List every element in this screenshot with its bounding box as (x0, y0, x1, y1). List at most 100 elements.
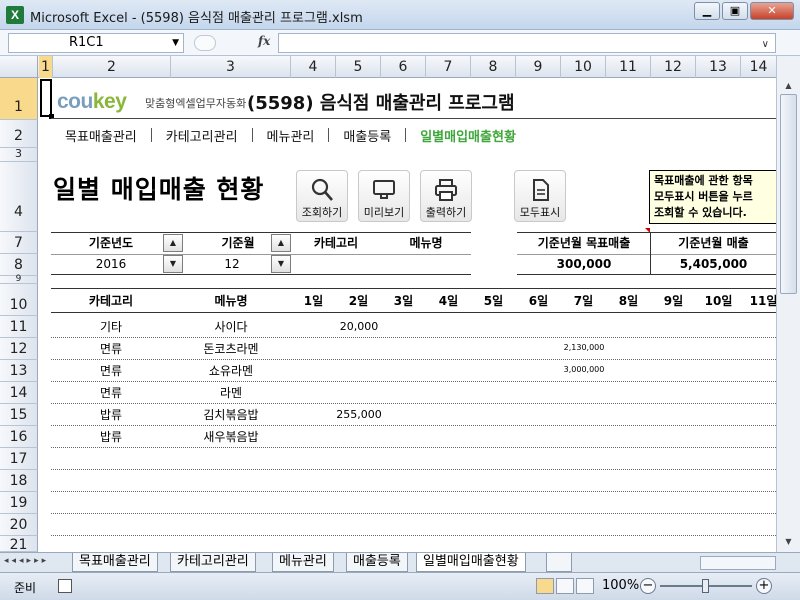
cell-amount[interactable]: 3,000,000 (554, 359, 614, 381)
column-header[interactable]: 6 (381, 56, 426, 78)
search-button[interactable]: 조회하기 (296, 170, 348, 222)
cell-category[interactable]: 밥류 (51, 426, 171, 448)
row-header[interactable]: 2 (0, 120, 38, 148)
month-value[interactable]: 12 (183, 254, 281, 274)
chevron-down-icon[interactable]: ∨ (762, 39, 769, 50)
cell-category[interactable]: 면류 (51, 338, 171, 360)
maximize-button[interactable]: ▣ (722, 2, 748, 20)
cell-menu[interactable]: 새우볶음밥 (171, 426, 291, 448)
print-button[interactable]: 출력하기 (420, 170, 472, 222)
row-header[interactable]: 3 (0, 148, 38, 162)
nav-daily-report[interactable]: 일별매입매출현황 (406, 126, 530, 145)
cell-category[interactable]: 면류 (51, 382, 171, 404)
zoom-in-button[interactable]: + (756, 578, 772, 594)
category-input[interactable] (291, 254, 381, 274)
vertical-scrollbar[interactable]: ▲ ▼ (776, 56, 800, 552)
column-header[interactable]: 11 (606, 56, 651, 78)
tab-sales-entry[interactable]: 매출등록 (346, 553, 408, 572)
row-header[interactable]: 13 (0, 360, 38, 382)
zoom-slider-thumb[interactable] (702, 579, 709, 593)
column-header[interactable]: 3 (171, 56, 291, 78)
cell-category[interactable]: 면류 (51, 360, 171, 382)
cell-category[interactable]: 기타 (51, 316, 171, 338)
cell-amount[interactable]: 20,000 (329, 316, 389, 338)
nav-menu[interactable]: 메뉴관리 (253, 126, 329, 145)
formula-expand-handle[interactable] (194, 35, 216, 51)
row-header[interactable]: 11 (0, 316, 38, 338)
close-button[interactable]: ✕ (750, 2, 794, 20)
page-layout-view-icon[interactable] (556, 578, 574, 594)
year-down-button[interactable]: ▼ (163, 255, 183, 273)
scroll-up-icon[interactable]: ▲ (780, 78, 797, 94)
column-header[interactable]: 1 (39, 56, 53, 78)
column-header[interactable]: 2 (53, 56, 171, 78)
column-header[interactable]: 13 (696, 56, 741, 78)
zoom-level[interactable]: 100% (602, 578, 639, 593)
tab-target-sales[interactable]: 목표매출관리 (72, 553, 158, 572)
cell-menu[interactable]: 사이다 (171, 316, 291, 338)
cell-amount[interactable]: 2,130,000 (554, 337, 614, 359)
column-header[interactable]: 8 (471, 56, 516, 78)
normal-view-icon[interactable] (536, 578, 554, 594)
row-header[interactable]: 7 (0, 232, 38, 254)
macro-record-icon[interactable] (58, 579, 72, 593)
row-header[interactable]: 18 (0, 470, 38, 492)
minimize-button[interactable]: ▁ (694, 2, 720, 20)
column-header[interactable]: 10 (561, 56, 606, 78)
column-header[interactable]: 5 (336, 56, 381, 78)
new-sheet-icon[interactable] (546, 553, 572, 572)
column-header[interactable]: 9 (516, 56, 561, 78)
tab-category[interactable]: 카테고리관리 (170, 553, 256, 572)
page-break-view-icon[interactable] (576, 578, 594, 594)
month-down-button[interactable]: ▼ (271, 255, 291, 273)
cell-amount[interactable]: 255,000 (329, 404, 389, 426)
month-up-button[interactable]: ▲ (271, 234, 291, 252)
row-header[interactable]: 20 (0, 514, 38, 536)
cell-menu[interactable]: 쇼유라멘 (171, 360, 291, 382)
select-all-corner[interactable] (0, 56, 38, 78)
scroll-thumb[interactable] (780, 94, 797, 294)
cell-category[interactable]: 밥류 (51, 404, 171, 426)
nav-category[interactable]: 카테고리관리 (152, 126, 252, 145)
row-header[interactable]: 9 (0, 275, 38, 284)
year-up-button[interactable]: ▲ (163, 234, 183, 252)
cell-menu[interactable]: 김치볶음밥 (171, 404, 291, 426)
tab-scroll-icons[interactable]: ◂◂◂▸▸▸ (4, 556, 49, 566)
chevron-down-icon[interactable]: ▼ (172, 34, 179, 52)
nav-sales-entry[interactable]: 매출등록 (329, 126, 405, 145)
formula-input[interactable]: ∨ (278, 33, 776, 53)
tab-menu[interactable]: 메뉴관리 (272, 553, 334, 572)
row-header[interactable]: 8 (0, 254, 38, 276)
selected-cell[interactable] (40, 79, 52, 117)
row-header[interactable]: 1 (0, 78, 38, 120)
grid-header-category: 카테고리 (88, 294, 134, 308)
year-value[interactable]: 2016 (51, 254, 171, 274)
name-box[interactable]: R1C1 ▼ (8, 33, 184, 53)
horizontal-scrollbar[interactable] (700, 556, 776, 570)
zoom-out-button[interactable]: − (640, 578, 656, 594)
column-header[interactable]: 14 (741, 56, 776, 78)
column-header[interactable]: 4 (291, 56, 336, 78)
excel-icon[interactable]: X (6, 6, 24, 24)
cell-menu[interactable]: 라멘 (171, 382, 291, 404)
column-header[interactable]: 7 (426, 56, 471, 78)
scroll-down-icon[interactable]: ▼ (780, 534, 797, 550)
row-header[interactable]: 17 (0, 448, 38, 470)
tab-daily-report[interactable]: 일별매입매출현황 (416, 553, 526, 572)
row-header[interactable]: 4 (0, 162, 38, 232)
row-header[interactable]: 16 (0, 426, 38, 448)
cell-menu[interactable]: 돈코츠라멘 (171, 338, 291, 360)
column-header[interactable]: 12 (651, 56, 696, 78)
row-header[interactable]: 19 (0, 492, 38, 514)
row-header[interactable]: 12 (0, 338, 38, 360)
menu-input[interactable] (381, 254, 471, 274)
row-header[interactable]: 14 (0, 382, 38, 404)
row-header[interactable]: 10 (0, 284, 38, 316)
row-header[interactable]: 15 (0, 404, 38, 426)
worksheet[interactable]: coukey 맞춤형엑셀업무자동화 (5598) 음식점 매출관리 프로그램 목… (39, 78, 776, 552)
show-all-button[interactable]: 모두표시 (514, 170, 566, 222)
row-header[interactable]: 21 (0, 536, 38, 553)
nav-target-sales[interactable]: 목표매출관리 (51, 126, 151, 145)
preview-button[interactable]: 미리보기 (358, 170, 410, 222)
insert-function-icon[interactable]: fx (258, 34, 270, 48)
